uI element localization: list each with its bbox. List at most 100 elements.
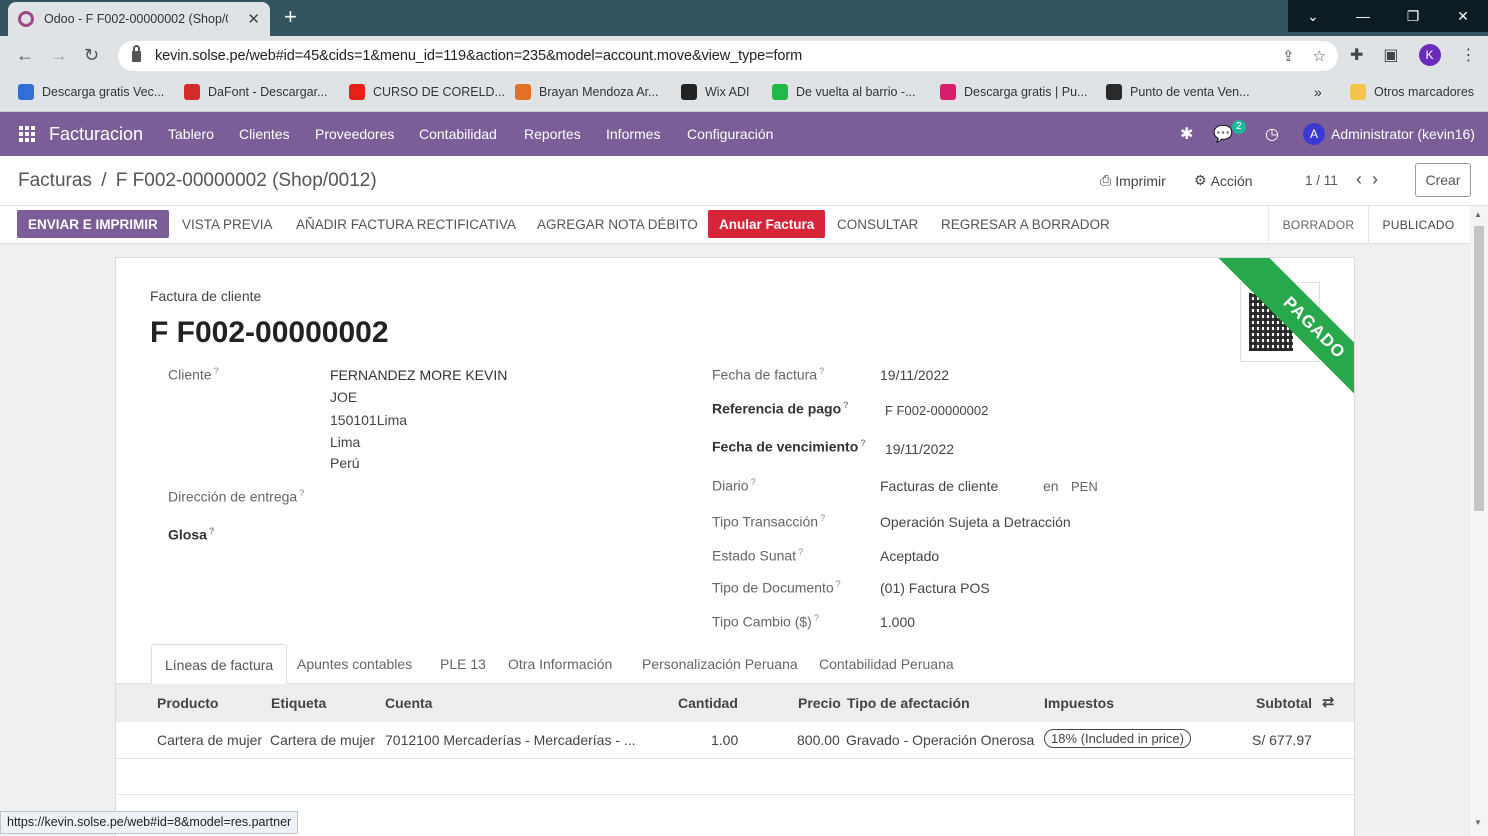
value-tipo-cambio[interactable]: 1.000 — [880, 614, 915, 630]
scroll-down-icon[interactable]: ▼ — [1474, 818, 1482, 827]
consult-button[interactable]: CONSULTAR — [826, 210, 929, 238]
back-arrow-icon[interactable]: ← — [16, 45, 34, 66]
label-tipo-documento: Tipo de Documento? — [712, 579, 841, 596]
menu-clientes[interactable]: Clientes — [239, 126, 290, 142]
value-referencia-pago[interactable]: F F002-00000002 — [885, 403, 988, 418]
profile-avatar[interactable]: K — [1418, 44, 1441, 66]
send-print-button[interactable]: ENVIAR E IMPRIMIR — [17, 210, 169, 238]
user-menu[interactable]: A Administrator (kevin16) — [1303, 112, 1475, 156]
action-label: Acción — [1210, 172, 1253, 189]
link-status-tooltip: https://kevin.solse.pe/web#id=8&model=re… — [0, 811, 299, 834]
reload-icon[interactable]: ↻ — [84, 45, 99, 66]
activity-clock-icon[interactable]: ◷ — [1265, 124, 1279, 144]
url-omnibox[interactable]: kevin.solse.pe/web#id=45&cids=1&menu_id=… — [118, 41, 1338, 71]
minimize-icon[interactable]: — — [1338, 0, 1388, 32]
column-tipo-afectacion[interactable]: Tipo de afectación — [847, 695, 970, 711]
column-etiqueta[interactable]: Etiqueta — [271, 695, 326, 711]
restore-icon[interactable]: ❐ — [1388, 0, 1438, 32]
optional-columns-toggle-icon[interactable]: ⇄ — [1322, 693, 1335, 711]
column-impuestos[interactable]: Impuestos — [1044, 695, 1114, 711]
side-panel-icon[interactable]: ▣ — [1383, 45, 1398, 65]
column-cuenta[interactable]: Cuenta — [385, 695, 432, 711]
tab-search-icon[interactable]: ⌄ — [1288, 0, 1338, 32]
browser-tab-title: Odoo - F F002-00000002 (Shop/0012) — [44, 12, 228, 26]
browser-tab[interactable]: Odoo - F F002-00000002 (Shop/0012) ✕ — [8, 2, 270, 36]
breadcrumb-facturas-link[interactable]: Facturas — [18, 170, 92, 191]
tab-lineas-factura[interactable]: Líneas de factura — [151, 644, 288, 685]
column-cantidad[interactable]: Cantidad — [678, 695, 738, 711]
tab-contabilidad-peruana[interactable]: Contabilidad Peruana — [806, 644, 967, 684]
bookmark-item[interactable]: CURSO DE CORELD... — [349, 84, 505, 100]
add-credit-note-button[interactable]: AÑADIR FACTURA RECTIFICATIVA — [285, 210, 527, 238]
action-button[interactable]: ⚙ Acción — [1194, 172, 1253, 189]
bookmark-item[interactable]: Descarga gratis Vec... — [18, 84, 164, 100]
menu-proveedores[interactable]: Proveedores — [315, 126, 394, 142]
breadcrumb-separator: / — [101, 170, 107, 191]
tab-personalizacion-peruana[interactable]: Personalización Peruana — [629, 644, 811, 684]
customer-name[interactable]: FERNANDEZ MORE KEVIN — [330, 367, 507, 383]
tab-apuntes-contables[interactable]: Apuntes contables — [284, 644, 425, 684]
share-icon[interactable]: ⇪ — [1282, 47, 1295, 65]
new-tab-button[interactable]: + — [284, 6, 297, 28]
menu-configuracion[interactable]: Configuración — [687, 126, 773, 142]
bookmark-item[interactable]: Wix ADI — [681, 84, 749, 100]
create-button[interactable]: Crear — [1415, 163, 1471, 197]
scrollbar-thumb[interactable] — [1474, 226, 1484, 511]
preview-button[interactable]: VISTA PREVIA — [171, 210, 284, 238]
tab-otra-informacion[interactable]: Otra Información — [495, 644, 625, 684]
bookmark-label: DaFont - Descargar... — [208, 85, 328, 99]
odoo-main-navbar: Facturacion Tablero Clientes Proveedores… — [0, 112, 1488, 156]
menu-reportes[interactable]: Reportes — [524, 126, 581, 142]
apps-grid-icon[interactable] — [19, 126, 35, 142]
column-subtotal[interactable]: Subtotal — [1256, 695, 1312, 711]
column-precio[interactable]: Precio — [798, 695, 841, 711]
bookmark-item[interactable]: Descarga gratis | Pu... — [940, 84, 1087, 100]
menu-contabilidad[interactable]: Contabilidad — [419, 126, 497, 142]
bookmark-item[interactable]: Punto de venta Ven... — [1106, 84, 1250, 100]
url-text[interactable]: kevin.solse.pe/web#id=45&cids=1&menu_id=… — [155, 48, 802, 64]
bookmark-item[interactable]: DaFont - Descargar... — [184, 84, 328, 100]
value-fecha-factura[interactable]: 19/11/2022 — [880, 367, 949, 383]
scroll-up-icon[interactable]: ▲ — [1474, 210, 1482, 219]
bookmark-item[interactable]: Brayan Mendoza Ar... — [515, 84, 659, 100]
app-brand[interactable]: Facturacion — [49, 124, 143, 145]
table-row-empty[interactable] — [116, 759, 1354, 795]
chat-bubbles-icon[interactable]: 💬 — [1213, 124, 1233, 144]
page-scrollbar[interactable]: ▲ ▼ — [1470, 206, 1488, 836]
value-fecha-vencimiento[interactable]: 19/11/2022 — [885, 441, 954, 457]
bookmark-label: Descarga gratis | Pu... — [964, 85, 1088, 99]
pager-value[interactable]: 1 / 11 — [1305, 173, 1338, 188]
browser-menu-icon[interactable]: ⋮ — [1461, 45, 1477, 65]
label-tipo-transaccion: Tipo Transacción? — [712, 513, 826, 530]
form-view-area: Factura de cliente F F002-00000002 PAGAD… — [0, 244, 1470, 836]
column-producto[interactable]: Producto — [157, 695, 218, 711]
close-window-icon[interactable]: ✕ — [1438, 0, 1488, 32]
value-estado-sunat: Aceptado — [880, 548, 940, 564]
bookmark-item[interactable]: De vuelta al barrio -... — [772, 84, 916, 100]
bookmarks-overflow-button[interactable]: » — [1314, 84, 1322, 100]
debug-bug-icon[interactable]: ✱ — [1180, 124, 1193, 144]
menu-tablero[interactable]: Tablero — [168, 126, 214, 142]
forward-arrow-icon[interactable]: → — [50, 45, 68, 66]
add-debit-note-button[interactable]: AGREGAR NOTA DÉBITO — [526, 210, 709, 238]
value-tipo-documento[interactable]: (01) Factura POS — [880, 580, 990, 596]
reset-to-draft-button[interactable]: REGRESAR A BORRADOR — [930, 210, 1121, 238]
print-button[interactable]: ⎙ Imprimir — [1100, 172, 1166, 189]
label-fecha-factura: Fecha de factura? — [712, 366, 825, 383]
tab-ple-13[interactable]: PLE 13 — [427, 644, 499, 684]
value-diario[interactable]: Facturas de cliente — [880, 478, 998, 494]
chevron-left-icon[interactable]: ‹ — [1356, 169, 1372, 189]
table-row[interactable]: Cartera de mujer Cartera de mujer 701210… — [116, 722, 1354, 759]
gear-icon: ⚙ — [1194, 172, 1207, 188]
bookmark-label: Punto de venta Ven... — [1130, 85, 1250, 99]
extensions-puzzle-icon[interactable]: ✚ — [1350, 45, 1363, 65]
cancel-invoice-button[interactable]: Anular Factura — [708, 210, 826, 238]
extension-toolbar: ✚ ▣ K ⋮ — [1350, 44, 1477, 66]
close-tab-icon[interactable]: ✕ — [247, 10, 260, 28]
bookmark-star-icon[interactable]: ☆ — [1313, 47, 1326, 65]
value-tipo-transaccion[interactable]: Operación Sujeta a Detracción — [880, 514, 1071, 530]
menu-informes[interactable]: Informes — [606, 126, 660, 142]
chevron-right-icon[interactable]: › — [1372, 169, 1388, 189]
other-bookmarks-folder[interactable]: Otros marcadores — [1350, 84, 1474, 100]
value-currency[interactable]: PEN — [1071, 479, 1098, 494]
